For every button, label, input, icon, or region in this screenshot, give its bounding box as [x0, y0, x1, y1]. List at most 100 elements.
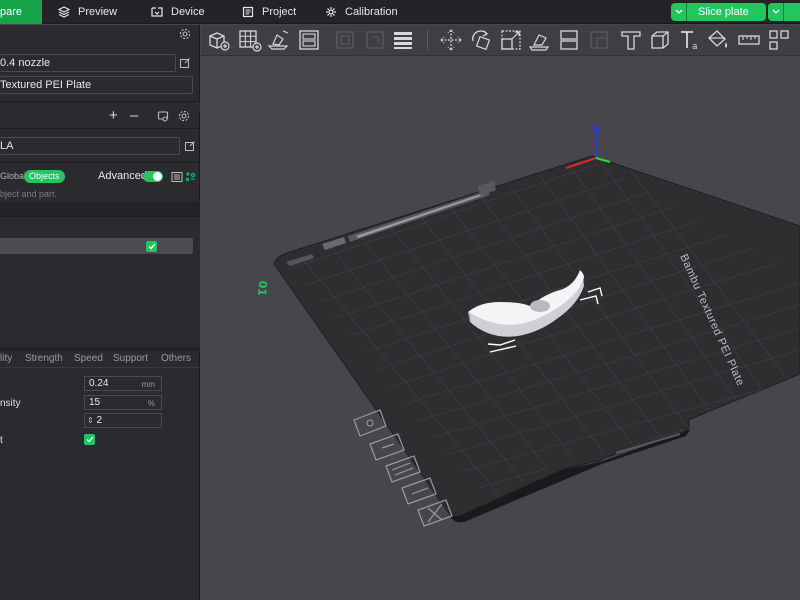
slice-plate-button[interactable]: Slice plate	[687, 3, 766, 21]
tab-support[interactable]: Support	[113, 353, 148, 364]
text-tool[interactable]: a	[678, 28, 702, 52]
edit-icon[interactable]	[179, 57, 191, 69]
add-filament-button[interactable]: +	[109, 107, 118, 124]
cut-tool[interactable]	[557, 28, 581, 52]
slice-dropdown-button[interactable]	[671, 3, 687, 21]
device-icon	[151, 7, 163, 17]
edit-icon[interactable]	[184, 140, 196, 152]
tab-quality[interactable]: lity	[0, 353, 12, 364]
settings-gear-icon[interactable]	[179, 28, 191, 40]
layer-height-unit: mm	[141, 380, 155, 389]
layer-height-value: 0.24	[89, 378, 109, 389]
global-toggle[interactable]: Global	[0, 171, 26, 181]
color-paint-tool[interactable]	[706, 28, 730, 52]
list-icon[interactable]	[171, 171, 183, 183]
filament-select[interactable]: LA	[0, 137, 180, 155]
tab-calibration[interactable]: Calibration	[325, 0, 398, 24]
text-icon: a	[681, 31, 698, 52]
plate-arrange-icon	[385, 455, 421, 483]
svg-text:a: a	[692, 42, 698, 52]
split-parts-tool[interactable]	[363, 28, 387, 52]
add-cube-icon	[209, 32, 230, 51]
stepper-icon[interactable]: ⇕	[87, 416, 94, 425]
option-label: t	[0, 435, 3, 446]
tab-prepare[interactable]: pare	[0, 0, 43, 24]
export-button[interactable]	[784, 3, 800, 21]
tab-speed[interactable]: Speed	[74, 353, 103, 364]
move-tool[interactable]	[439, 28, 463, 52]
tab-others[interactable]: Others	[161, 353, 191, 364]
plate-type-value: Textured PEI Plate	[0, 79, 92, 91]
plate-camera-icon	[353, 409, 387, 437]
chevron-down-icon	[772, 9, 779, 14]
split-parts-icon	[366, 31, 384, 49]
cut-icon	[560, 30, 578, 50]
nozzle-value: 0.4 nozzle	[0, 57, 51, 69]
object-visible-checkbox[interactable]	[146, 241, 157, 252]
export-dropdown-button[interactable]	[768, 3, 784, 21]
lay-on-face-tool[interactable]	[528, 28, 552, 52]
process-hint: bject and part.	[0, 189, 58, 199]
option-checkbox[interactable]	[84, 434, 95, 445]
layers-icon	[58, 6, 70, 18]
rotate-tool[interactable]	[469, 28, 493, 52]
wall-loops-value: 2	[96, 415, 103, 426]
3d-viewport[interactable]: 01 Bambu Textured PEI Plate	[201, 57, 800, 600]
infill-density-label: nsity	[0, 398, 21, 409]
filament-settings-gear-icon[interactable]	[178, 110, 190, 122]
paint-bucket-icon	[708, 30, 727, 48]
check-icon	[148, 243, 156, 250]
lay-on-face-icon	[528, 34, 550, 51]
tab-prepare-label: pare	[0, 6, 23, 18]
arrange-tool[interactable]	[297, 28, 321, 52]
rotate-icon	[472, 30, 491, 51]
slice-plate-group: Slice plate	[671, 3, 766, 21]
seam-paint-tool[interactable]	[648, 28, 672, 52]
assembly-tool[interactable]	[767, 28, 791, 52]
add-object-tool[interactable]	[207, 28, 231, 52]
filament-sync-icon[interactable]	[157, 110, 169, 122]
tab-calibration-label: Calibration	[345, 6, 398, 18]
tab-strength[interactable]: Strength	[25, 353, 63, 364]
advanced-label: Advanced	[98, 170, 147, 182]
export-group	[768, 3, 800, 21]
boolean-icon	[590, 31, 608, 49]
wall-loops-input[interactable]: ⇕ 2	[84, 413, 162, 428]
tab-device[interactable]: Device	[151, 0, 205, 24]
add-plate-tool[interactable]	[238, 28, 262, 52]
seam-cube-icon	[651, 31, 669, 49]
stack-icon	[394, 32, 412, 49]
tab-device-label: Device	[171, 6, 205, 18]
left-sidebar: 0.4 nozzle Textured PEI Plate + – LA Glo…	[0, 25, 200, 600]
tab-preview[interactable]: Preview	[58, 0, 117, 24]
calibration-icon	[326, 7, 336, 17]
compare-icon[interactable]	[184, 171, 196, 183]
orient-tool[interactable]	[267, 28, 291, 52]
filament-value: LA	[0, 140, 14, 152]
assembly-icon	[769, 30, 789, 50]
project-icon	[242, 6, 254, 18]
advanced-switch[interactable]	[143, 171, 163, 182]
scale-tool[interactable]	[499, 28, 523, 52]
infill-density-value: 15	[89, 397, 101, 408]
plate-type-select[interactable]: Textured PEI Plate	[0, 76, 193, 94]
3d-toolbar: a	[201, 25, 800, 56]
support-paint-tool[interactable]	[619, 28, 643, 52]
measure-tool[interactable]	[737, 28, 761, 52]
mesh-boolean-tool[interactable]	[587, 28, 611, 52]
layer-height-input[interactable]: 0.24 mm	[84, 376, 162, 391]
scale-icon	[501, 30, 521, 50]
nozzle-select[interactable]: 0.4 nozzle	[0, 54, 176, 72]
support-icon	[621, 31, 641, 50]
layers-tool[interactable]	[391, 28, 415, 52]
objects-toggle[interactable]: Objects	[24, 170, 65, 183]
move-icon	[440, 29, 462, 51]
plate-number: 01	[255, 280, 269, 296]
infill-density-input[interactable]: 15 %	[84, 395, 162, 410]
remove-filament-button[interactable]: –	[130, 107, 138, 124]
tab-project[interactable]: Project	[242, 0, 296, 24]
tab-preview-label: Preview	[78, 6, 118, 18]
top-navigation-bar: pare Preview Device Project Calibration …	[0, 0, 800, 24]
object-list-row[interactable]	[0, 238, 193, 254]
split-objects-tool[interactable]	[333, 28, 357, 52]
